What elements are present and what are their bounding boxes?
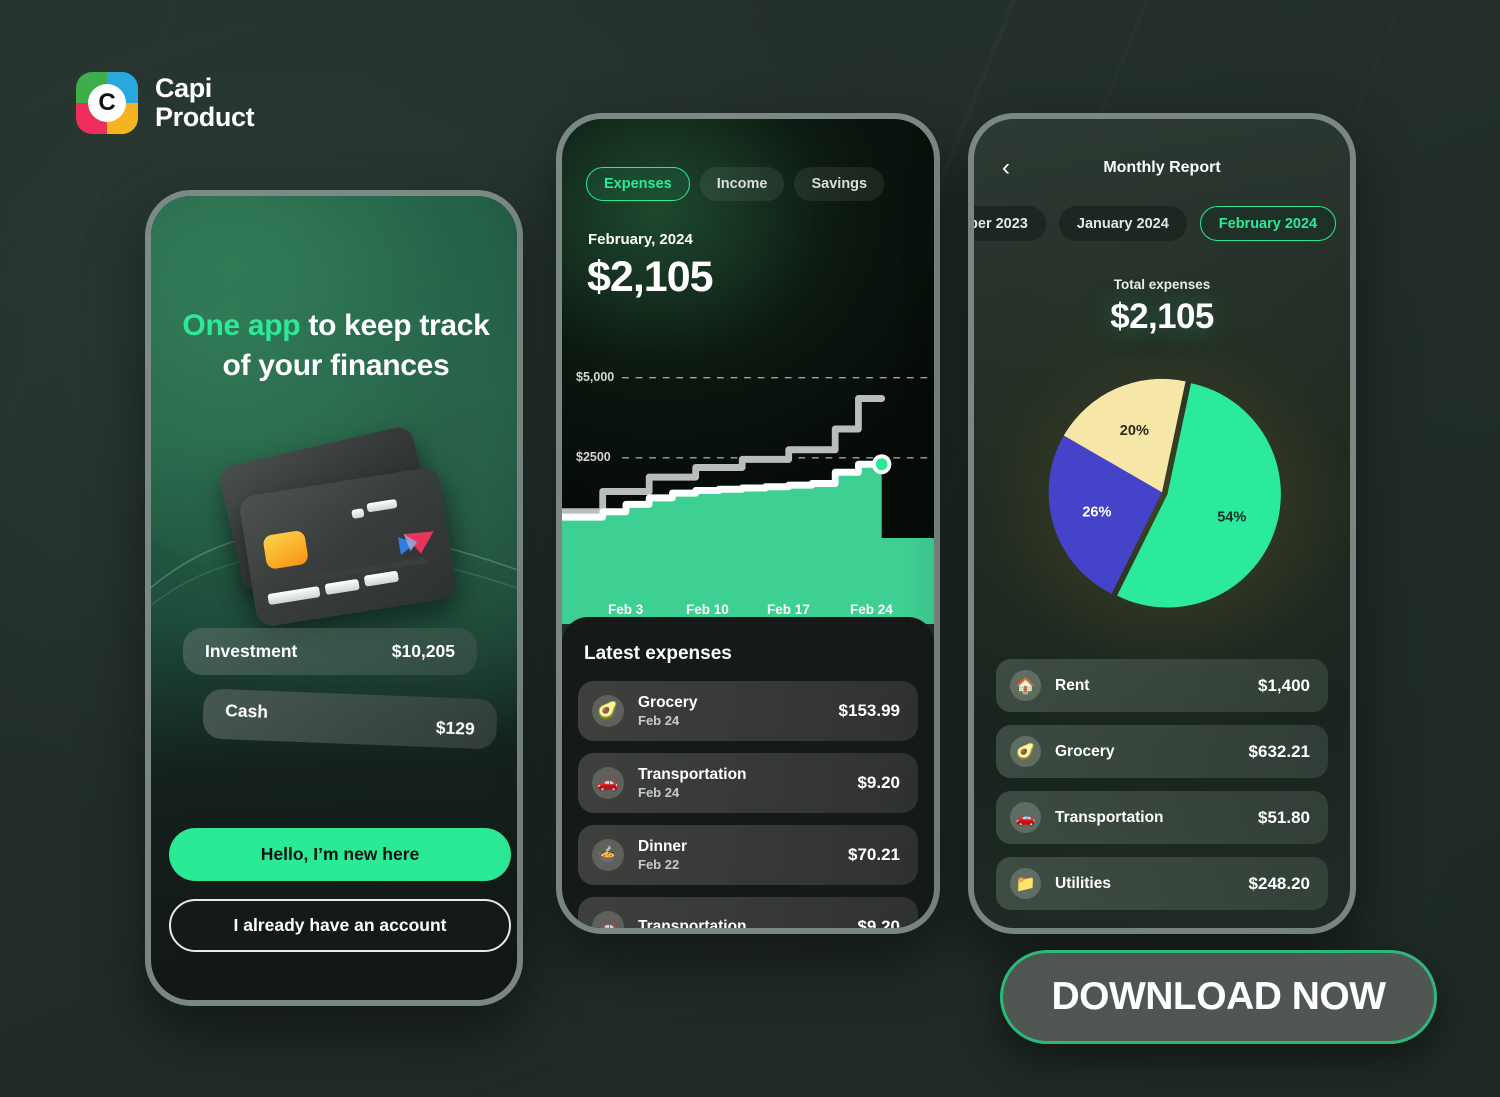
section-title: Latest expenses [584, 643, 732, 664]
balance-label: Investment [205, 641, 298, 661]
page-title: Monthly Report [1103, 159, 1221, 176]
expense-name: Dinner [638, 837, 688, 855]
food-icon: 🍲 [592, 839, 624, 871]
balance-card-investment[interactable]: Investment $10,205 [183, 628, 477, 675]
expense-type-tabs: Expenses Income Savings [586, 167, 885, 201]
month-tab-february[interactable]: February 2024 [1199, 206, 1337, 241]
expense-info: Grocery Feb 24 [638, 694, 839, 729]
phone-expenses: Expenses Income Savings February, 2024 $… [556, 113, 940, 934]
car-icon: 🚗 [1010, 802, 1041, 833]
total-expenses-amount: $2,105 [1110, 297, 1214, 336]
pie-slice-label: 54% [1217, 509, 1246, 525]
category-amount: $632.21 [1248, 741, 1310, 761]
expenses-line-chart: $5,000 $2500 Feb 3 Feb 10 Feb 17 Feb 24 [562, 344, 934, 624]
expenses-pie-chart: 54% 26% 20% [974, 364, 1350, 634]
category-row[interactable]: 🏠 Rent $1,400 [996, 659, 1328, 712]
category-name: Grocery [1055, 742, 1115, 760]
latest-expenses-panel: Latest expenses 🥑 Grocery Feb 24 $153.99 🚗 Tr… [562, 617, 934, 928]
brand-logo: C Capi Product [76, 72, 255, 134]
expense-info: Dinner Feb 22 [638, 838, 848, 873]
month-tab-january[interactable]: January 2024 [1058, 206, 1187, 241]
category-amount: $248.20 [1248, 873, 1310, 893]
brand-name: Capi Product [155, 72, 255, 132]
avocado-icon: 🥑 [1010, 736, 1041, 767]
category-amount: $51.80 [1258, 807, 1310, 827]
report-header: ‹ Monthly Report [974, 156, 1350, 180]
credit-cards-illustration [213, 421, 463, 636]
x-tick-3: Feb 24 [850, 602, 893, 617]
period-label: February, 2024 [588, 231, 693, 248]
headline-accent: One app [182, 309, 301, 342]
expenses-list: 🥑 Grocery Feb 24 $153.99 🚗 Transportation Feb … [578, 681, 918, 928]
category-row[interactable]: 🚗 Transportation $51.80 [996, 791, 1328, 844]
signup-button[interactable]: Hello, I’m new here [169, 828, 511, 881]
month-tab-december[interactable]: cember 2023 [974, 206, 1046, 241]
avocado-icon: 🥑 [592, 695, 624, 727]
car-icon: 🚗 [592, 911, 624, 928]
balance-label: Cash [224, 699, 269, 722]
expense-date: Feb 24 [638, 713, 680, 729]
expense-name: Transportation [638, 765, 747, 783]
tab-expenses[interactable]: Expenses [586, 167, 690, 201]
category-row[interactable]: 🥑 Grocery $632.21 [996, 725, 1328, 778]
category-name: Rent [1055, 676, 1090, 694]
expense-amount: $153.99 [838, 701, 900, 720]
category-name: Utilities [1055, 874, 1111, 892]
category-list: 🏠 Rent $1,400 🥑 Grocery $632.21 🚗 Transportatio… [996, 659, 1328, 923]
balance-value: $129 [435, 716, 476, 739]
login-button[interactable]: I already have an account [169, 899, 511, 952]
house-icon: 🏠 [1010, 670, 1041, 701]
expense-name: Transportation [638, 918, 747, 928]
gridline-label-2500: $2500 [576, 449, 611, 464]
expense-row[interactable]: 🚗 Transportation Feb 24 $9.20 [578, 753, 918, 813]
card-chip-icon [262, 529, 310, 570]
expense-info: Transportation Feb 24 [638, 766, 857, 801]
expense-amount: $9.20 [857, 917, 900, 928]
tab-savings[interactable]: Savings [794, 167, 885, 201]
gridline-label-5000: $5,000 [576, 369, 615, 384]
month-tabs: cember 2023 January 2024 February 2024 [974, 206, 1337, 241]
expense-row[interactable]: 🍲 Dinner Feb 22 $70.21 [578, 825, 918, 885]
x-tick-1: Feb 10 [686, 602, 729, 617]
brand-line-1: Capi [155, 72, 212, 103]
category-row[interactable]: 📁 Utilities $248.20 [996, 857, 1328, 910]
expense-row[interactable]: 🥑 Grocery Feb 24 $153.99 [578, 681, 918, 741]
card-brand-icon [398, 531, 434, 555]
category-amount: $1,400 [1258, 675, 1310, 695]
x-tick-0: Feb 3 [608, 602, 644, 617]
download-now-label: DOWNLOAD NOW [1051, 975, 1386, 1018]
brand-line-2: Product [155, 102, 255, 132]
x-tick-2: Feb 17 [767, 602, 810, 617]
pie-slice-label: 26% [1082, 505, 1111, 521]
chevron-left-icon[interactable]: ‹ [1002, 156, 1010, 180]
total-expenses-label: Total expenses [1113, 277, 1211, 292]
phone1-headline: One app to keep track of your finances [175, 306, 497, 386]
tab-income[interactable]: Income [699, 167, 785, 201]
logo-mark-icon: C [76, 72, 138, 134]
folder-icon: 📁 [1010, 868, 1041, 899]
logo-letter: C [88, 84, 126, 122]
expense-amount: $9.20 [857, 773, 900, 792]
category-name: Transportation [1055, 808, 1164, 826]
download-now-button[interactable]: DOWNLOAD NOW [1000, 950, 1437, 1044]
expense-date: Feb 22 [638, 857, 680, 873]
expense-name: Grocery [638, 693, 698, 711]
expense-info: Transportation [638, 918, 857, 928]
expense-row[interactable]: 🚗 Transportation $9.20 [578, 897, 918, 928]
pie-slice-label: 20% [1120, 423, 1149, 439]
expense-date: Feb 24 [638, 785, 680, 801]
phone-onboarding: One app to keep track of your finances I… [145, 190, 523, 1006]
car-icon: 🚗 [592, 767, 624, 799]
expense-amount: $70.21 [848, 845, 900, 864]
balance-value: $10,205 [391, 641, 455, 661]
period-amount: $2,105 [587, 253, 714, 301]
phone-monthly-report: ‹ Monthly Report cember 2023 January 202… [968, 113, 1356, 934]
